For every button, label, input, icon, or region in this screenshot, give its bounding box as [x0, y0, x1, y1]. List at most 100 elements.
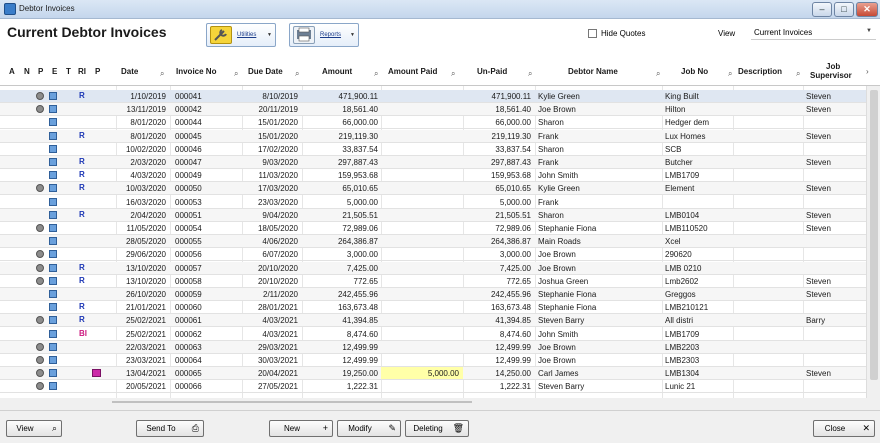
email-icon[interactable] [49, 369, 57, 378]
email-icon[interactable] [49, 290, 57, 298]
table-row[interactable]: R 13/10/2020 000058 20/10/2020 772.65 772.65 J… [0, 275, 866, 288]
email-icon[interactable] [49, 250, 57, 259]
attachment-icon[interactable] [36, 356, 44, 364]
col-debtor-name[interactable]: Debtor Name [568, 67, 618, 76]
search-icon[interactable]: ⌕ [528, 69, 532, 79]
table-row[interactable]: 28/05/2020 000055 4/06/2020 264,386.87 264,3… [0, 235, 866, 249]
table-row[interactable]: 8/01/2020 000044 15/01/2020 66,000.00 66,000… [0, 116, 866, 130]
table-row[interactable]: 16/03/2020 000053 23/03/2020 5,000.00 5,000.… [0, 196, 866, 209]
attachment-icon[interactable] [36, 382, 44, 391]
note-icon[interactable] [92, 369, 101, 378]
attachment-icon[interactable] [36, 276, 44, 285]
table-row[interactable]: 29/06/2020 000056 6/07/2020 3,000.00 3,000.0… [0, 248, 866, 262]
col-job-supervisor-line1[interactable]: Job [826, 62, 840, 71]
table-row[interactable]: 22/03/2021 000063 29/03/2021 12,499.99 12,49… [0, 340, 866, 354]
new-button[interactable]: New + [269, 420, 333, 437]
search-icon[interactable]: ⌕ [796, 69, 800, 79]
email-icon[interactable] [49, 158, 57, 166]
col-amount-paid[interactable]: Amount Paid [388, 67, 437, 76]
chevron-right-icon[interactable]: › [866, 67, 869, 76]
table-row[interactable]: 13/04/2021 000065 20/04/2021 19,250.00 5,000… [0, 367, 866, 381]
horizontal-scrollbar[interactable] [112, 398, 472, 406]
deleting-button[interactable]: Deleting 🗑 [405, 420, 469, 437]
minimize-button[interactable]: – [812, 2, 832, 17]
email-icon[interactable] [49, 171, 57, 180]
modify-button[interactable]: Modify ✎ [337, 420, 401, 437]
col-date[interactable]: Date [121, 67, 138, 76]
email-icon[interactable] [49, 92, 57, 100]
table-row[interactable]: 11/05/2020 000054 18/05/2020 72,989.06 72,98… [0, 222, 866, 235]
hide-quotes-checkbox[interactable] [588, 29, 597, 38]
col-ri[interactable]: RI [78, 67, 86, 76]
search-icon[interactable]: ⌕ [728, 69, 732, 79]
email-icon[interactable] [49, 210, 57, 219]
attachment-icon[interactable] [36, 369, 44, 378]
col-p2[interactable]: P [95, 67, 100, 76]
attachment-icon[interactable] [36, 263, 44, 272]
table-row[interactable]: R 2/03/2020 000047 9/03/2020 297,887.43 297,8… [0, 156, 866, 169]
search-icon[interactable]: ⌕ [160, 69, 164, 79]
scrollbar-track[interactable] [112, 401, 472, 403]
col-due-date[interactable]: Due Date [248, 67, 283, 76]
col-e[interactable]: E [52, 67, 57, 76]
search-icon[interactable]: ⌕ [451, 69, 455, 79]
table-row[interactable]: 20/05/2021 000066 27/05/2021 1,222.31 1,222.… [0, 380, 866, 394]
email-icon[interactable] [49, 316, 57, 325]
email-icon[interactable] [49, 263, 57, 272]
search-icon[interactable]: ⌕ [234, 69, 238, 79]
email-icon[interactable] [49, 118, 57, 127]
col-job-supervisor-line2[interactable]: Supervisor [810, 71, 852, 80]
table-row[interactable]: R 4/03/2020 000049 11/03/2020 159,953.68 159,… [0, 169, 866, 183]
table-row[interactable]: BI 25/02/2021 000062 4/03/2021 8,474.60 8,474… [0, 328, 866, 341]
search-icon[interactable]: ⌕ [656, 69, 660, 79]
table-row[interactable]: R 1/10/2019 000041 8/10/2019 471,900.11 471,9… [0, 90, 866, 103]
attachment-icon[interactable] [36, 316, 44, 325]
table-row[interactable]: R 10/03/2020 000050 17/03/2020 65,010.65 65,0… [0, 182, 866, 196]
email-icon[interactable] [49, 131, 57, 140]
col-t[interactable]: T [66, 67, 71, 76]
close-button[interactable]: Close ✕ [813, 420, 875, 437]
email-icon[interactable] [49, 105, 57, 114]
col-description[interactable]: Description [738, 67, 782, 76]
table-row[interactable]: R 8/01/2020 000045 15/01/2020 219,119.30 219,… [0, 129, 866, 143]
col-invoice-no[interactable]: Invoice No [176, 67, 216, 76]
attachment-icon[interactable] [36, 105, 44, 114]
email-icon[interactable] [49, 382, 57, 391]
attachment-icon[interactable] [36, 250, 44, 259]
email-icon[interactable] [49, 303, 57, 312]
col-unpaid[interactable]: Un-Paid [477, 67, 507, 76]
vertical-scrollbar[interactable] [866, 86, 880, 398]
col-job-no[interactable]: Job No [681, 67, 708, 76]
window-close-button[interactable]: ✕ [856, 2, 878, 17]
email-icon[interactable] [49, 184, 57, 193]
utilities-button[interactable]: Utilities ▼ [206, 23, 276, 47]
search-icon[interactable]: ⌕ [295, 69, 299, 79]
col-n[interactable]: N [24, 67, 30, 76]
table-row[interactable]: 13/11/2019 000042 20/11/2019 18,561.40 18,56… [0, 103, 866, 117]
email-icon[interactable] [49, 144, 57, 153]
scrollbar-thumb[interactable] [870, 90, 878, 380]
email-icon[interactable] [49, 197, 57, 206]
col-a[interactable]: A [9, 67, 15, 76]
table-row[interactable]: R 21/01/2021 000060 28/01/2021 163,673.48 163… [0, 301, 866, 315]
table-row[interactable]: R 13/10/2020 000057 20/10/2020 7,425.00 7,425… [0, 261, 866, 275]
email-icon[interactable] [49, 342, 57, 351]
table-row[interactable]: R 2/04/2020 000051 9/04/2020 21,505.51 21,505… [0, 208, 866, 222]
table-row[interactable]: 26/10/2020 000059 2/11/2020 242,455.96 242,4… [0, 288, 866, 301]
attachment-icon[interactable] [36, 224, 44, 232]
table-row[interactable]: 23/03/2021 000064 30/03/2021 12,499.99 12,49… [0, 354, 866, 367]
attachment-icon[interactable] [36, 184, 44, 193]
table-row[interactable]: 10/02/2020 000046 17/02/2020 33,837.54 33,83… [0, 143, 866, 156]
col-p[interactable]: P [38, 67, 43, 76]
table-row[interactable]: R 25/02/2021 000061 4/03/2021 41,394.85 41,39… [0, 314, 866, 328]
attachment-icon[interactable] [36, 92, 44, 100]
maximize-button[interactable]: □ [834, 2, 854, 17]
reports-button[interactable]: Reports ▼ [289, 23, 359, 47]
email-icon[interactable] [49, 356, 57, 364]
search-icon[interactable]: ⌕ [374, 69, 378, 79]
view-select[interactable]: Current Invoices ▼ [751, 24, 876, 40]
email-icon[interactable] [49, 329, 57, 338]
send-to-button[interactable]: Send To ⎙ [136, 420, 204, 437]
view-button[interactable]: View ⌕ [6, 420, 62, 437]
email-icon[interactable] [49, 276, 57, 285]
